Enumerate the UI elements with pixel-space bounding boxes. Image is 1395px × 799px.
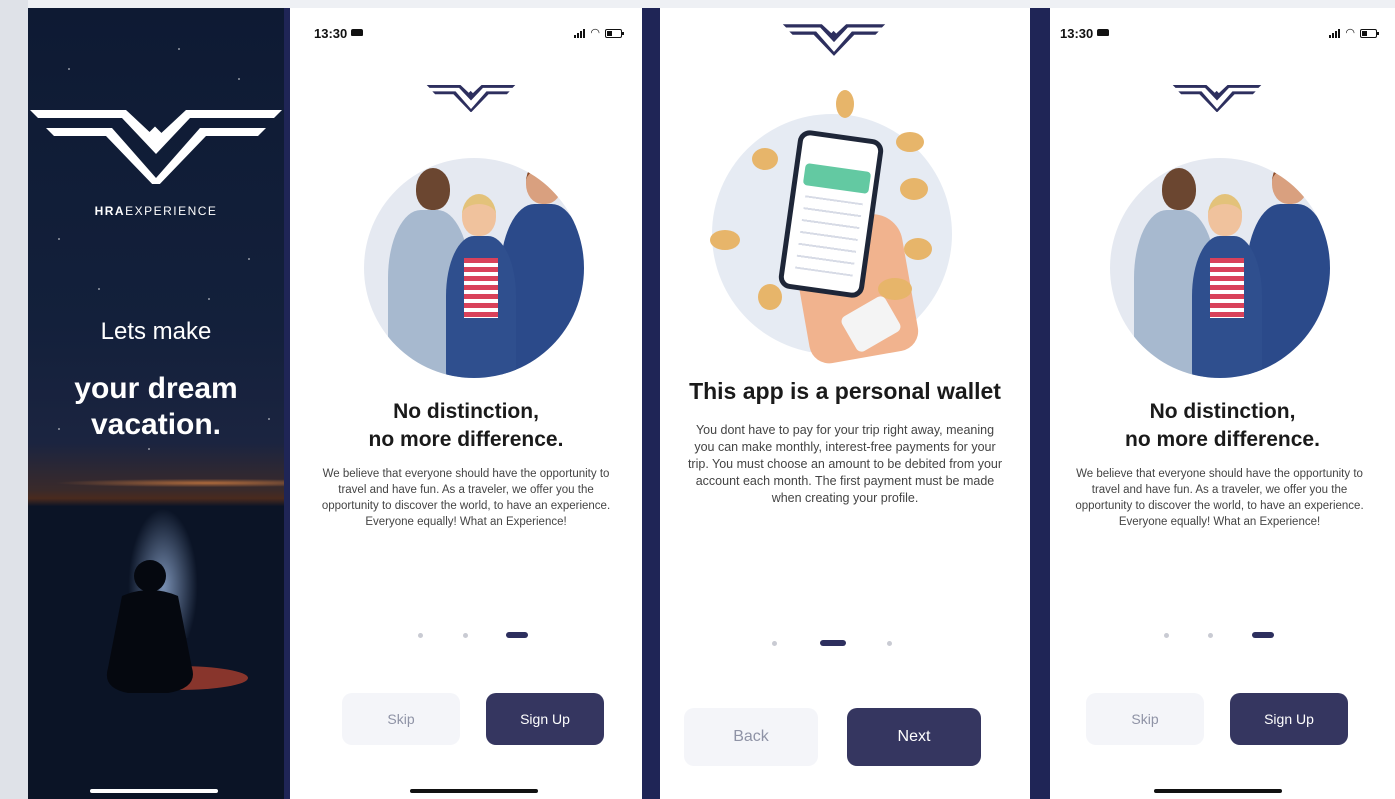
page-indicator <box>1050 632 1395 640</box>
page-dot-2-active <box>820 640 846 646</box>
brand-light: EXPERIENCE <box>125 204 218 218</box>
status-time: 13:30 <box>314 26 364 41</box>
page-dot-2 <box>463 633 468 638</box>
page-title-line1: No distinction, <box>393 400 539 423</box>
coin-icon <box>758 284 782 310</box>
page-description: We believe that everyone should have the… <box>1075 468 1364 528</box>
battery-icon <box>605 28 624 38</box>
status-icons: ◠ <box>1329 26 1379 39</box>
wifi-icon: ◠ <box>590 26 600 39</box>
coin-icon <box>752 148 778 170</box>
page-title-line2: no more difference. <box>368 428 564 451</box>
signup-button[interactable]: Sign Up <box>1230 693 1348 745</box>
home-indicator <box>1154 789 1282 793</box>
signup-button[interactable]: Sign Up <box>486 693 604 745</box>
home-indicator <box>410 789 538 793</box>
skip-button[interactable]: Skip <box>342 693 460 745</box>
status-time: 13:30 <box>1060 26 1110 41</box>
page-dot-2 <box>1208 633 1213 638</box>
page-dot-3-active <box>506 632 528 638</box>
car-icon <box>351 28 364 36</box>
battery-icon <box>1360 28 1379 38</box>
tagline-line3: vacation. <box>90 408 222 441</box>
page-indicator <box>660 640 1030 648</box>
hra-wings-logo <box>426 85 516 112</box>
page-title-line2: no more difference. <box>1125 428 1320 451</box>
page-indicator <box>290 632 642 640</box>
phone-balance-card <box>802 163 872 194</box>
signal-icon <box>1329 28 1341 38</box>
skip-button[interactable]: Skip <box>1086 693 1204 745</box>
wifi-icon: ◠ <box>1345 26 1355 39</box>
status-bar: 13:30 ◠ <box>314 24 624 42</box>
tagline-line2: your dream <box>74 372 238 405</box>
onboarding-wallet-screen: This app is a personal wallet You dont h… <box>660 8 1030 799</box>
signal-icon <box>574 28 586 38</box>
page-dot-3 <box>887 641 892 646</box>
coin-icon <box>836 90 854 118</box>
home-indicator <box>90 789 218 793</box>
silhouette-person <box>106 560 248 693</box>
page-description: You dont have to pay for your trip right… <box>687 423 1003 505</box>
brand-bold: HRA <box>94 204 126 218</box>
phone-menu-lines <box>795 195 863 277</box>
people-illustration <box>1110 158 1330 378</box>
brand-wordmark: HRAEXPERIENCE <box>28 204 284 218</box>
back-button[interactable]: Back <box>684 708 818 766</box>
car-icon <box>1097 28 1110 36</box>
page-dot-1 <box>418 633 423 638</box>
people-illustration <box>364 158 584 378</box>
tagline-line1: Lets make <box>100 318 212 345</box>
coin-icon <box>896 132 924 152</box>
hra-wings-logo <box>30 110 282 184</box>
onboarding-people-screen: 13:30 ◠ No distinction, no more differen… <box>290 8 642 799</box>
page-dot-1 <box>1164 633 1169 638</box>
background-strip <box>0 0 28 799</box>
next-button[interactable]: Next <box>847 708 981 766</box>
horizon-glow <box>28 478 284 488</box>
splash-screen: HRAEXPERIENCE Lets make your dream vacat… <box>28 8 284 799</box>
status-bar: 13:30 ◠ <box>1060 24 1379 42</box>
onboarding-people-screen-repeat: 13:30 ◠ No distinction, no more differen… <box>1050 8 1395 799</box>
page-title: This app is a personal wallet <box>689 378 1001 404</box>
page-dot-3-active <box>1252 632 1274 638</box>
coin-icon <box>710 230 740 250</box>
hra-wings-logo <box>782 24 886 56</box>
coin-icon <box>900 178 928 200</box>
coin-icon <box>904 238 932 260</box>
page-dot-1 <box>772 641 777 646</box>
status-icons: ◠ <box>574 26 624 39</box>
page-title-line1: No distinction, <box>1149 400 1296 423</box>
page-description: We believe that everyone should have the… <box>321 468 611 528</box>
hra-wings-logo <box>1172 85 1262 112</box>
